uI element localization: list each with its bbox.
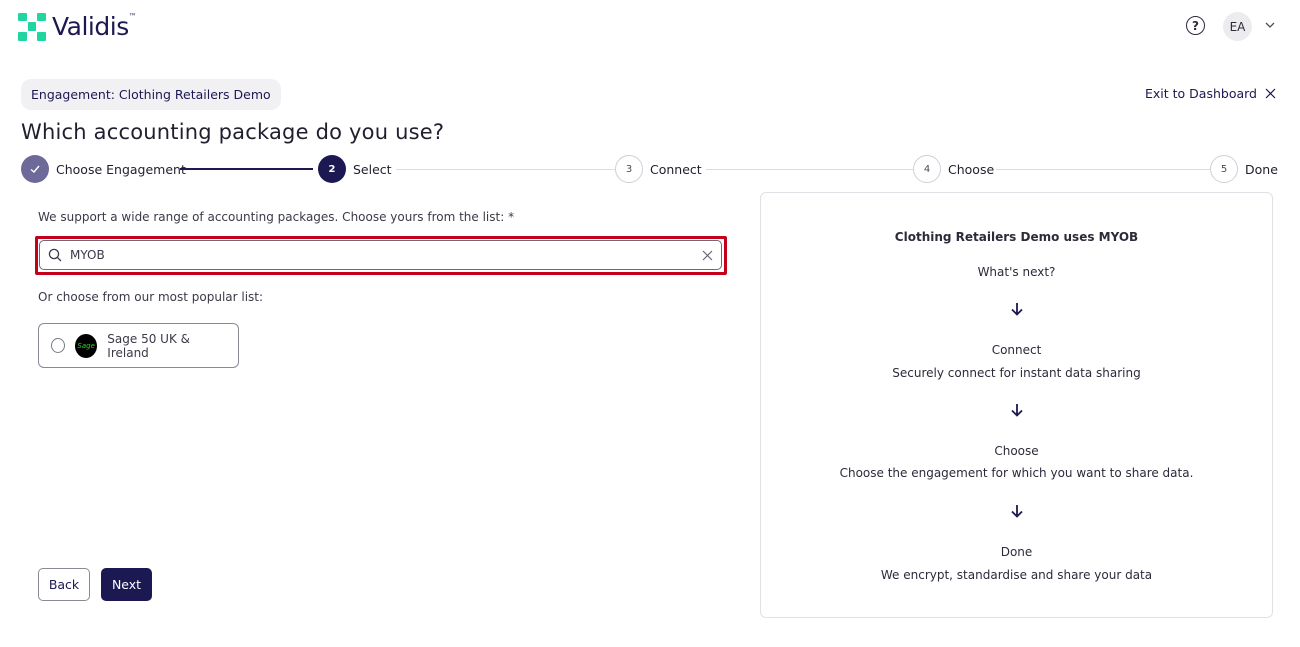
arrow-down-icon xyxy=(1011,505,1023,518)
exit-to-dashboard-link[interactable]: Exit to Dashboard xyxy=(1145,86,1276,101)
search-icon xyxy=(48,248,62,262)
step-label: Connect xyxy=(650,161,702,177)
support-text: We support a wide range of accounting pa… xyxy=(38,210,515,224)
stepper-line xyxy=(996,169,1210,170)
step-label: Choose xyxy=(948,161,995,177)
panel-step-title: Done xyxy=(1000,545,1033,559)
sage-logo-icon: Sage xyxy=(75,333,98,358)
stepper: Choose Engagement 2 Select 3 Connect 4 C… xyxy=(21,155,1278,183)
package-search-box[interactable] xyxy=(39,240,722,270)
step-label: Choose Engagement xyxy=(56,161,186,177)
panel-step-title: Connect xyxy=(991,343,1042,357)
stepper-line xyxy=(706,169,913,170)
next-button[interactable]: Next xyxy=(101,568,152,601)
exit-label: Exit to Dashboard xyxy=(1145,86,1257,101)
arrow-down-icon xyxy=(1011,303,1023,316)
step-done: 5 Done xyxy=(1210,155,1278,183)
popular-list-text: Or choose from our most popular list: xyxy=(38,290,264,304)
option-label: Sage 50 UK & Ireland xyxy=(107,331,190,360)
panel-subheading: What's next? xyxy=(977,265,1056,279)
close-icon xyxy=(1265,88,1276,99)
step-number: 5 xyxy=(1210,155,1238,183)
step-select: 2 Select xyxy=(318,155,392,183)
stepper-line-complete xyxy=(180,168,313,170)
panel-step-title: Choose xyxy=(994,444,1039,458)
clear-icon[interactable] xyxy=(702,250,713,261)
logo-mark-icon xyxy=(18,12,46,41)
step-label: Done xyxy=(1245,161,1278,177)
step-label: Select xyxy=(353,161,392,177)
check-icon xyxy=(21,155,49,183)
engagement-pill: Engagement: Clothing Retailers Demo xyxy=(21,79,281,110)
option-radio[interactable] xyxy=(51,338,66,353)
whats-next-panel: Clothing Retailers Demo uses MYOB What's… xyxy=(760,192,1273,618)
panel-step-description: Choose the engagement for which you want… xyxy=(839,466,1194,480)
chevron-down-icon[interactable] xyxy=(1264,19,1276,31)
step-number: 2 xyxy=(318,155,346,183)
panel-step-description: Securely connect for instant data sharin… xyxy=(892,366,1141,380)
step-choose: 4 Choose xyxy=(913,155,994,183)
page-title: Which accounting package do you use? xyxy=(21,120,445,144)
logo-text: Validis™ xyxy=(52,12,137,41)
step-connect: 3 Connect xyxy=(615,155,702,183)
step-choose-engagement: Choose Engagement xyxy=(21,155,186,183)
option-sage-50-uk-ireland[interactable]: Sage Sage 50 UK & Ireland xyxy=(38,323,239,368)
step-number: 4 xyxy=(913,155,941,183)
panel-step-description: We encrypt, standardise and share your d… xyxy=(880,568,1153,582)
arrow-down-icon xyxy=(1011,404,1023,417)
panel-heading: Clothing Retailers Demo uses MYOB xyxy=(894,230,1139,244)
package-search-input[interactable] xyxy=(70,248,702,262)
step-number: 3 xyxy=(615,155,643,183)
help-icon[interactable]: ? xyxy=(1186,16,1205,35)
validis-logo[interactable]: Validis™ xyxy=(18,12,137,41)
stepper-line xyxy=(396,169,615,170)
back-button[interactable]: Back xyxy=(38,568,90,601)
user-avatar[interactable]: EA xyxy=(1223,12,1252,41)
engagement-label: Engagement: Clothing Retailers Demo xyxy=(31,87,271,102)
